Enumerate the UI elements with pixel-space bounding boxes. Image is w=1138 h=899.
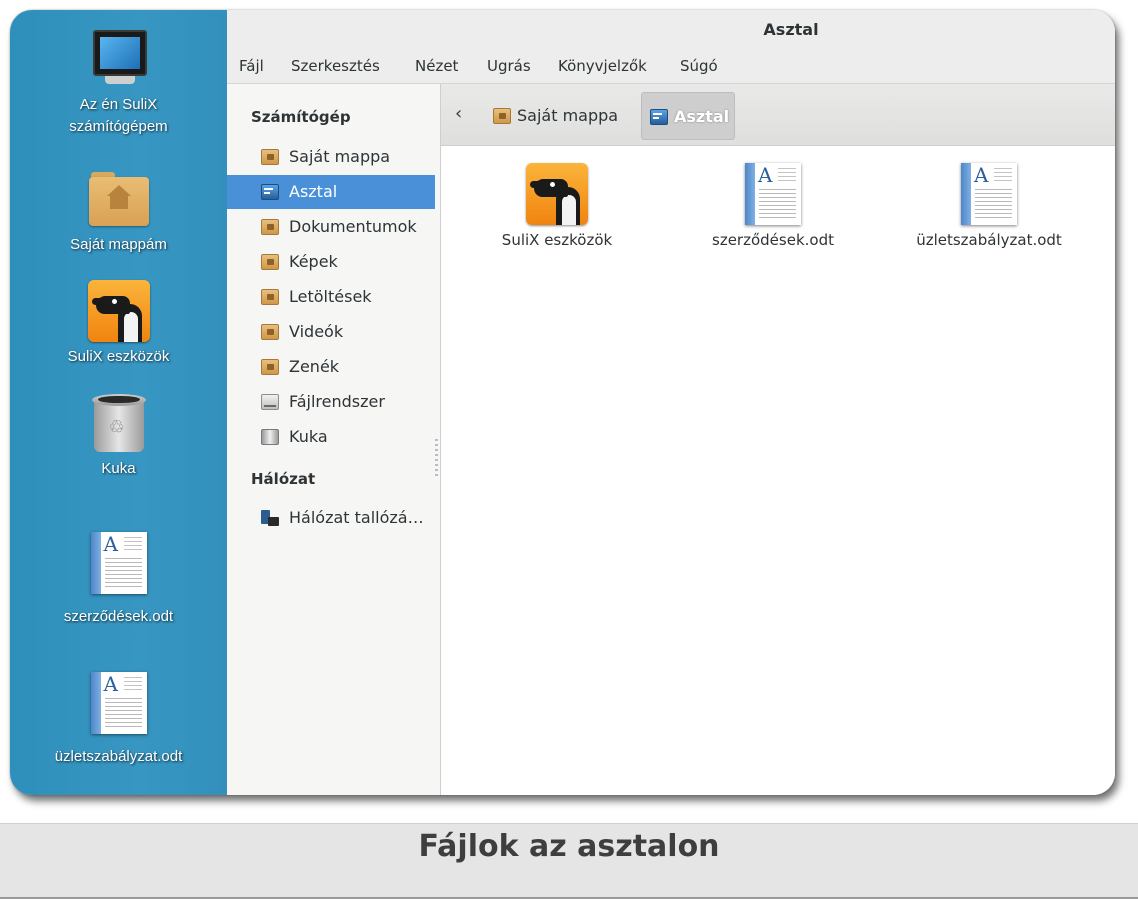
desktop-icon-label: Az én SuliX bbox=[79, 96, 158, 113]
sidebar-item-pictures[interactable]: Képek bbox=[227, 245, 435, 279]
sidebar-item-label: Zenék bbox=[289, 357, 340, 376]
sidebar-item-label: Képek bbox=[289, 252, 338, 271]
sidebar-item-downloads[interactable]: Letöltések bbox=[227, 280, 435, 314]
breadcrumb-label: Saját mappa bbox=[517, 106, 619, 125]
desktop-icon-label: számítógépem bbox=[69, 118, 168, 135]
menu-go[interactable]: Ugrás bbox=[487, 57, 531, 75]
sidebar-item-label: Asztal bbox=[289, 182, 338, 201]
menu-view[interactable]: Nézet bbox=[415, 57, 458, 75]
figure-caption: Fájlok az asztalon bbox=[418, 829, 720, 864]
sidebar-item-label: Saját mappa bbox=[289, 147, 391, 166]
chevron-left-icon[interactable]: ‹ bbox=[455, 104, 471, 124]
downloads-folder-icon bbox=[261, 289, 279, 305]
sidebar-item-label: Dokumentumok bbox=[289, 217, 417, 236]
file-name: SuliX eszközök bbox=[501, 231, 613, 249]
menu-bar: Fájl Szerkesztés Nézet Ugrás Könyvjelzők… bbox=[227, 48, 1115, 84]
music-folder-icon bbox=[261, 359, 279, 375]
file-item[interactable]: SuliX eszközök bbox=[457, 147, 657, 249]
path-bar: ‹ Saját mappa Asztal bbox=[441, 84, 1115, 146]
sidebar-item-label: Hálózat tallózá… bbox=[289, 508, 424, 527]
sidebar-item-documents[interactable]: Dokumentumok bbox=[227, 210, 435, 244]
file-manager-window: Asztal Fájl Szerkesztés Nézet Ugrás Köny… bbox=[227, 10, 1115, 795]
sidebar-item-music[interactable]: Zenék bbox=[227, 350, 435, 384]
places-sidebar: Számítógép Saját mappa Asztal Dokumentum… bbox=[227, 84, 441, 795]
document-icon: A bbox=[958, 163, 1020, 225]
desktop-icon-sulix-tools[interactable]: SuliX eszközök bbox=[10, 280, 227, 368]
sidebar-item-label: Fájlrendszer bbox=[289, 392, 385, 411]
breadcrumb-label: Asztal bbox=[674, 107, 730, 126]
desktop-icon-computer[interactable]: Az én SuliX számítógépem bbox=[10, 28, 227, 138]
desktop-icon-label: SuliX eszközök bbox=[67, 348, 170, 365]
menu-bookmarks[interactable]: Könyvjelzők bbox=[558, 57, 647, 75]
sidebar-resize-handle[interactable] bbox=[435, 439, 438, 479]
sidebar-item-trash[interactable]: Kuka bbox=[227, 420, 435, 454]
sidebar-heading-network: Hálózat bbox=[251, 470, 316, 488]
sidebar-item-videos[interactable]: Videók bbox=[227, 315, 435, 349]
document-icon: A bbox=[88, 672, 150, 734]
sidebar-item-label: Kuka bbox=[289, 427, 328, 446]
caption-bar: Fájlok az asztalon bbox=[0, 823, 1138, 899]
computer-icon bbox=[88, 28, 150, 90]
sidebar-item-browse-network[interactable]: Hálózat tallózá… bbox=[227, 501, 435, 535]
file-name: üzletszabályzat.odt bbox=[916, 231, 1062, 249]
network-icon bbox=[261, 510, 279, 526]
file-view: SuliX eszközök A szerződések.odt A üzlet… bbox=[441, 147, 1115, 795]
breadcrumb-desktop[interactable]: Asztal bbox=[641, 92, 735, 140]
videos-folder-icon bbox=[261, 324, 279, 340]
desktop-icon-trash[interactable]: ♲ Kuka bbox=[10, 392, 227, 480]
documents-folder-icon bbox=[261, 219, 279, 235]
sidebar-item-filesystem[interactable]: Fájlrendszer bbox=[227, 385, 435, 419]
home-folder-icon bbox=[493, 108, 511, 124]
desktop-icon-contracts[interactable]: A szerződések.odt bbox=[10, 532, 227, 628]
sulix-tools-icon bbox=[526, 163, 588, 225]
desktop-icon-label: üzletszabályzat.odt bbox=[54, 748, 183, 765]
window-title: Asztal bbox=[763, 20, 819, 39]
document-icon: A bbox=[88, 532, 150, 594]
file-name: szerződések.odt bbox=[712, 231, 834, 249]
desktop-icon-label: Kuka bbox=[101, 460, 136, 477]
home-folder-icon bbox=[261, 149, 279, 165]
title-bar[interactable]: Asztal bbox=[227, 10, 1115, 48]
desktop: Az én SuliX számítógépem Saját mappám Su… bbox=[10, 10, 227, 795]
file-item[interactable]: A üzletszabályzat.odt bbox=[889, 147, 1089, 249]
desktop-icon-label: Saját mappám bbox=[70, 236, 167, 253]
home-folder-icon bbox=[88, 168, 150, 230]
desktop-icon-label: szerződések.odt bbox=[63, 608, 174, 625]
trash-icon: ♲ bbox=[88, 392, 150, 454]
menu-file[interactable]: Fájl bbox=[239, 57, 264, 75]
menu-help[interactable]: Súgó bbox=[680, 57, 718, 75]
desktop-icon bbox=[650, 109, 668, 125]
sidebar-item-home[interactable]: Saját mappa bbox=[227, 140, 435, 174]
drive-icon bbox=[261, 394, 279, 410]
sulix-tools-icon bbox=[87, 280, 150, 342]
breadcrumb-home[interactable]: Saját mappa bbox=[493, 92, 633, 140]
sidebar-item-label: Letöltések bbox=[289, 287, 372, 306]
screenshot-frame: Az én SuliX számítógépem Saját mappám Su… bbox=[10, 10, 1115, 795]
document-icon: A bbox=[742, 163, 804, 225]
desktop-icon-home[interactable]: Saját mappám bbox=[10, 168, 227, 256]
sidebar-item-desktop[interactable]: Asztal bbox=[227, 175, 435, 209]
trash-icon bbox=[261, 429, 279, 445]
desktop-icon-business-rules[interactable]: A üzletszabályzat.odt bbox=[10, 672, 227, 768]
pictures-folder-icon bbox=[261, 254, 279, 270]
sidebar-heading-computer: Számítógép bbox=[251, 108, 351, 126]
desktop-icon bbox=[261, 184, 279, 200]
sidebar-item-label: Videók bbox=[289, 322, 344, 341]
file-item[interactable]: A szerződések.odt bbox=[673, 147, 873, 249]
menu-edit[interactable]: Szerkesztés bbox=[291, 57, 380, 75]
